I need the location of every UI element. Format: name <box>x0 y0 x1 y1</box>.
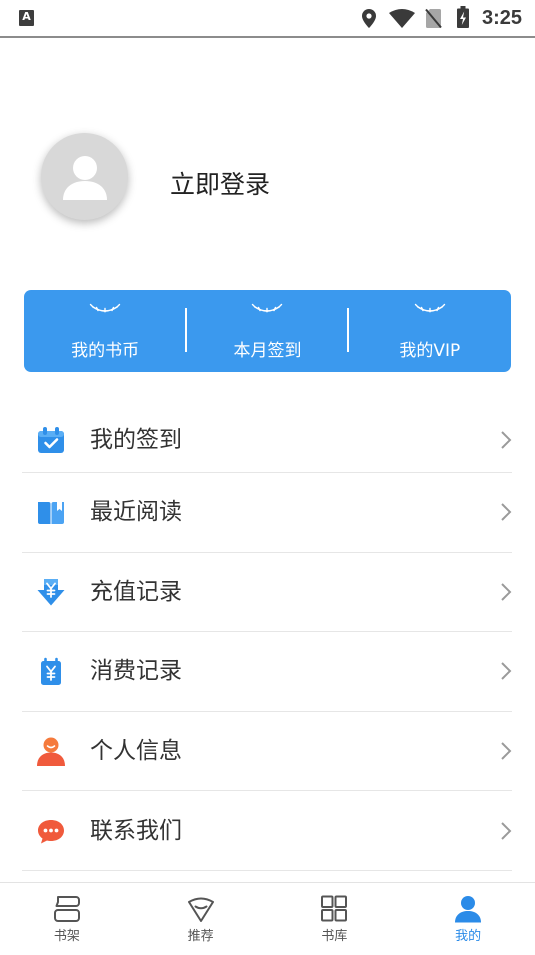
no-sim-icon <box>425 8 442 29</box>
recharge-icon <box>37 578 65 606</box>
closed-eye-icon <box>414 303 446 313</box>
stat-label: 我的VIP <box>399 341 461 361</box>
person-icon <box>37 737 65 767</box>
chevron-right-icon <box>501 430 512 449</box>
menu-item-checkin[interactable]: 我的签到 <box>22 400 512 473</box>
nav-label: 书库 <box>321 929 348 944</box>
wifi-icon <box>389 9 415 28</box>
library-grid-icon <box>321 895 348 922</box>
menu-item-recharge-records[interactable]: 充值记录 <box>22 553 512 633</box>
bookshelf-icon <box>53 896 80 922</box>
status-bar: A 3:25 <box>0 0 535 38</box>
login-link[interactable]: 立即登录 <box>170 170 270 200</box>
menu-label: 消费记录 <box>90 658 182 685</box>
profile-icon <box>455 896 482 923</box>
chevron-right-icon <box>501 583 512 601</box>
stat-label: 本月签到 <box>233 341 302 361</box>
nav-tab-library[interactable]: 书库 <box>268 883 402 955</box>
stat-divider <box>347 308 349 352</box>
menu-label: 个人信息 <box>90 738 182 765</box>
stat-vip[interactable]: 我的VIP <box>349 290 511 372</box>
nav-tab-bookshelf[interactable]: 书架 <box>0 883 134 955</box>
stat-monthly-checkin[interactable]: 本月签到 <box>186 290 348 372</box>
default-avatar-icon <box>63 156 107 200</box>
menu-label: 我的签到 <box>90 426 182 453</box>
menu-label: 最近阅读 <box>90 499 182 526</box>
menu-label: 联系我们 <box>90 817 182 844</box>
chevron-right-icon <box>501 503 512 522</box>
app-notification-icon: A <box>19 10 34 26</box>
stat-label: 我的书币 <box>71 341 140 361</box>
bottom-nav: 书架 推荐 书库 我的 <box>0 882 535 955</box>
avatar[interactable] <box>41 133 128 220</box>
menu-list: 我的签到 最近阅读 充值记录 消费记录 个人信息 联系我们 <box>22 400 512 871</box>
menu-item-personal-info[interactable]: 个人信息 <box>22 712 512 792</box>
nav-label: 我的 <box>455 929 482 944</box>
nav-tab-mine[interactable]: 我的 <box>401 883 535 955</box>
nav-label: 书架 <box>53 929 80 944</box>
closed-eye-icon <box>252 303 283 313</box>
recommend-icon <box>187 897 214 922</box>
chevron-right-icon <box>501 662 512 681</box>
chevron-right-icon <box>501 742 512 760</box>
calendar-check-icon <box>38 426 64 453</box>
chat-bubble-icon <box>38 819 64 844</box>
menu-label: 充值记录 <box>90 578 182 605</box>
stat-book-coins[interactable]: 我的书币 <box>24 290 186 372</box>
profile-page: A 3:25 立即登录 我的书币 本月签到 我的VIP 我的签到 最近阅读 充值… <box>0 0 535 955</box>
nav-tab-recommend[interactable]: 推荐 <box>134 883 268 955</box>
consume-bag-icon <box>41 658 61 686</box>
nav-label: 推荐 <box>187 929 214 944</box>
battery-charging-icon <box>457 6 469 28</box>
location-icon <box>362 9 376 28</box>
menu-item-consume-records[interactable]: 消费记录 <box>22 632 512 712</box>
closed-eye-icon <box>89 303 121 313</box>
stat-divider <box>185 308 187 352</box>
book-icon <box>38 502 64 525</box>
stats-card: 我的书币 本月签到 我的VIP <box>24 290 511 372</box>
menu-item-contact-us[interactable]: 联系我们 <box>22 791 512 871</box>
chevron-right-icon <box>501 821 512 840</box>
menu-item-recent-reading[interactable]: 最近阅读 <box>22 473 512 553</box>
status-time: 3:25 <box>482 7 523 29</box>
